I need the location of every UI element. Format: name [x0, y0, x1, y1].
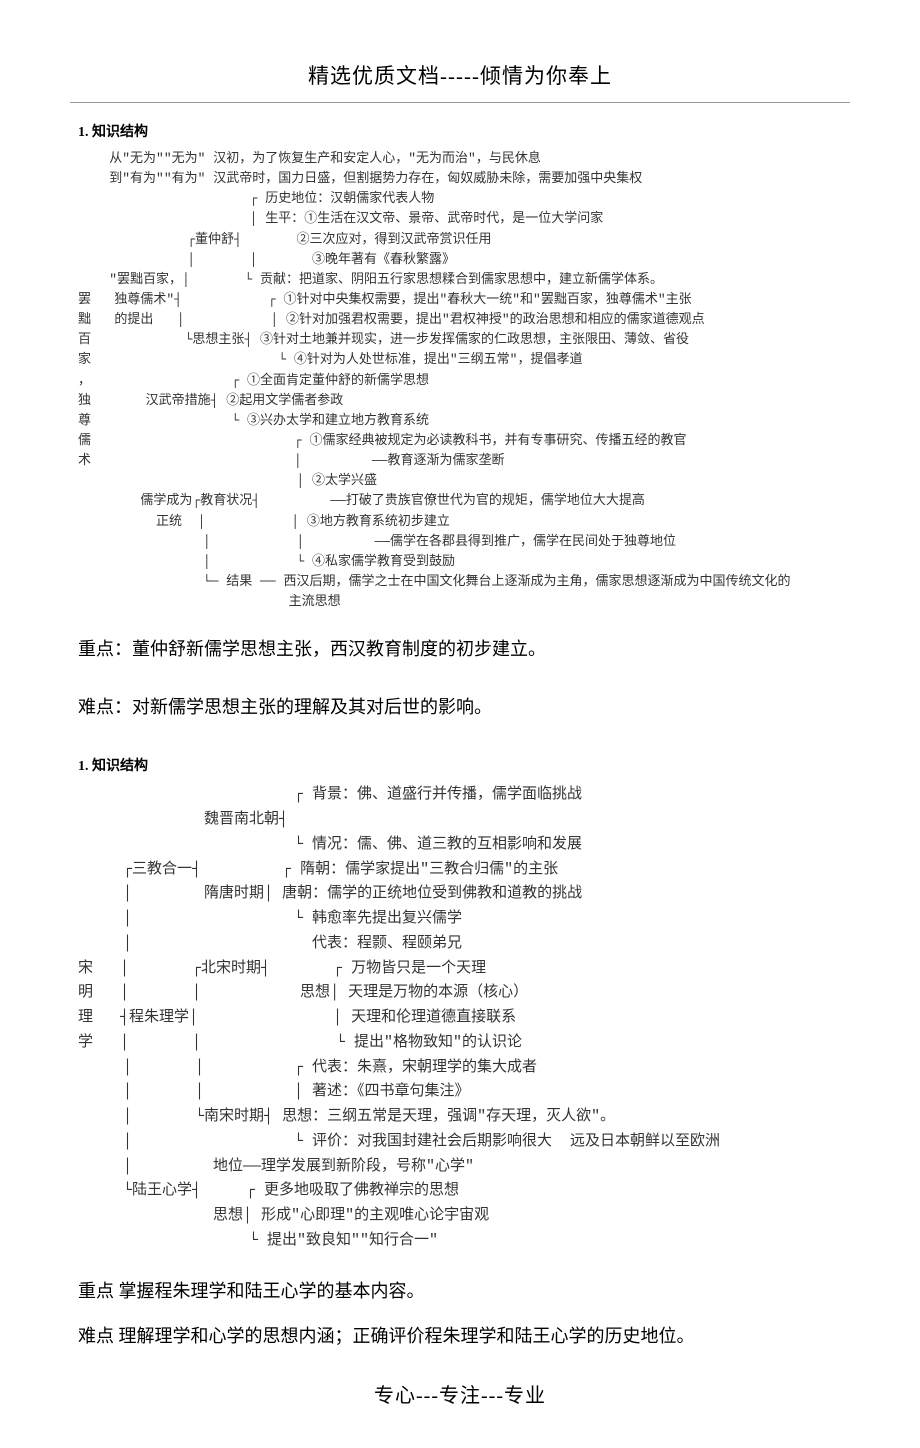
d1-jy2: ②太学兴盛 — [312, 473, 377, 488]
d2-lw3: 提出"致良知""知行合一" — [267, 1232, 438, 1249]
d2-st3: 韩愈率先提出复兴儒学 — [312, 910, 462, 927]
d2-bs-sixiang-label: 思想 — [300, 984, 330, 1001]
d2-ns4: 评价：对我国封建社会后期影响很大 远及日本朝鲜以至欧洲 — [312, 1133, 720, 1150]
d1-wudi1: ①全面肯定董仲舒的新儒学思想 — [247, 373, 429, 388]
d1-sx1: ①针对中央集权需要，提出"春秋大一统"和"罢黜百家，独尊儒术"主张 — [283, 292, 691, 307]
d2-ns-label: 南宋时期 — [204, 1108, 264, 1125]
d2-lw2: 形成"心即理"的主观唯心论宇宙观 — [261, 1207, 489, 1224]
d2-bs-sx3: 天理和伦理道德直接联系 — [351, 1009, 516, 1026]
d1-jy3b: ——儒学在各郡县得到推广，儒学在民间处于独尊地位 — [374, 534, 676, 549]
d1-jy3: ③地方教育系统初步建立 — [307, 514, 450, 529]
d1-jieguo: 西汉后期，儒学之士在中国文化舞台上逐渐成为主角，儒家思想逐渐成为中国传统文化的 — [283, 574, 790, 589]
d1-from: 从"无为""无为" 汉初，为了恢复生产和安定人心，"无为而治"，与民休息 — [109, 151, 541, 166]
d1-jy2b: ——打破了贵族官僚世代为官的规矩，儒学地位大大提高 — [330, 493, 645, 508]
page-header: 精选优质文档-----倾情为你奉上 — [70, 60, 850, 90]
d1-wudi3: ③兴办太学和建立地方教育系统 — [247, 413, 429, 428]
d2-wj2: 情况：儒、佛、道三教的互相影响和发展 — [312, 836, 582, 853]
d2-b2-label: 程朱理学 — [129, 1009, 189, 1026]
d1-dong-a: 历史地位：汉朝儒家代表人物 — [265, 191, 434, 206]
d1-jy4: ④私家儒学教育受到鼓励 — [312, 554, 455, 569]
end-text2: 难点 理解理学和心学的思想内涵；正确评价程朱理学和陆王心学的历史地位。 — [78, 1317, 850, 1357]
diagram1: 从"无为""无为" 汉初，为了恢复生产和安定人心，"无为而治"，与民休息 到"有… — [78, 149, 850, 612]
d2-wj1: 背景：佛、道盛行并传播，儒学面临挑战 — [312, 786, 582, 803]
d1-dong-label: 董仲舒 — [195, 232, 234, 247]
d1-jieguo2: 主流思想 — [289, 594, 341, 609]
d2-wj-label: 魏晋南北朝 — [204, 811, 279, 828]
d2-lw-diwei: 地位——理学发展到新阶段，号称"心学" — [213, 1158, 474, 1175]
d1-sx2: ②针对加强君权需要，提出"君权神授"的政治思想和相应的儒家道德观点 — [286, 312, 705, 327]
d2-bs-sx1: 万物皆只是一个天理 — [351, 960, 486, 977]
d1-dong-b3: ③晚年著有《春秋繁露》 — [312, 252, 455, 267]
document-page: 精选优质文档-----倾情为你奉上 1. 知识结构 从"无为""无为" 汉初，为… — [0, 0, 920, 1448]
d1-sx3: ③针对土地兼并现实，进一步发挥儒家的仁政思想，主张限田、薄敛、省役 — [260, 332, 689, 347]
d2-lw-sx-label: 思想 — [213, 1207, 243, 1224]
page-footer: 专心---专注---专业 — [70, 1379, 850, 1408]
mid-text2: 难点：对新儒学思想主张的理解及其对后世的影响。 — [78, 688, 850, 728]
d2-lw1: 更多地吸取了佛教禅宗的思想 — [264, 1182, 459, 1199]
diagram1-title: 1. 知识结构 — [78, 121, 850, 141]
d1-to: 到"有为""有为" 汉武帝时，国力日盛，但割据势力存在，匈奴威胁未除，需要加强中… — [109, 171, 642, 186]
d2-b1-label: 三教合一 — [132, 861, 192, 878]
d2-ns3: 思想：三纲五常是天理，强调"存天理，灭人欲"。 — [282, 1108, 615, 1125]
d1-sixiang-label: 思想主张 — [192, 332, 244, 347]
d2-bs-sx4: 提出"格物致知"的认识论 — [354, 1034, 522, 1051]
d2-bs-label: 北宋时期 — [201, 960, 261, 977]
d1-jiaoyu-label: 教育状况 — [200, 493, 252, 508]
d1-jieguo-label: 结果 — [226, 574, 252, 589]
d1-sx4: ④针对为人处世标准，提出"三纲五常"，提倡孝道 — [294, 352, 583, 367]
d2-b3-label: 陆王心学 — [132, 1182, 192, 1199]
d2-st-label: 隋唐时期 — [204, 885, 264, 902]
d2-bs-daibiao: 代表：程颢、程颐弟兄 — [312, 935, 462, 952]
header-divider — [70, 102, 850, 103]
diagram2: ┌ 背景：佛、道盛行并传播，儒学面临挑战 魏晋南北朝┤ └ 情况：儒、佛、道三教… — [78, 783, 850, 1253]
d2-ns2: 著述：《四书章句集注》 — [312, 1083, 470, 1100]
d1-wudi2: ②起用文学儒者参政 — [226, 393, 343, 408]
d1-dong-b2: ②三次应对，得到汉武帝赏识任用 — [296, 232, 491, 247]
d2-ns1: 代表：朱熹，宋朝理学的集大成者 — [312, 1059, 537, 1076]
mid-text1: 重点：董仲舒新儒学思想主张，西汉教育制度的初步建立。 — [78, 630, 850, 670]
d1-jy1: ①儒家经典被规定为必读教科书，并有专事研究、传播五经的教官 — [309, 433, 686, 448]
d1-wudi-label: 汉武帝措施 — [146, 393, 211, 408]
end-text1: 重点 掌握程朱理学和陆王心学的基本内容。 — [78, 1272, 850, 1312]
d1-dong-c: 贡献：把道家、阴阳五行家思想糅合到儒家思想中，建立新儒学体系。 — [260, 272, 663, 287]
d1-dong-b: 生平：①生活在汉文帝、景帝、武帝时代，是一位大学问家 — [265, 211, 603, 226]
diagram2-title: 1. 知识结构 — [78, 755, 850, 775]
d2-st1: 隋朝：儒学家提出"三教合归儒"的主张 — [300, 861, 558, 878]
d1-jy1b: ——教育逐渐为儒家垄断 — [372, 453, 505, 468]
d2-bs-sx2: 天理是万物的本源（核心） — [348, 984, 528, 1001]
d2-st2: 唐朝：儒学的正统地位受到佛教和道教的挑战 — [282, 885, 582, 902]
